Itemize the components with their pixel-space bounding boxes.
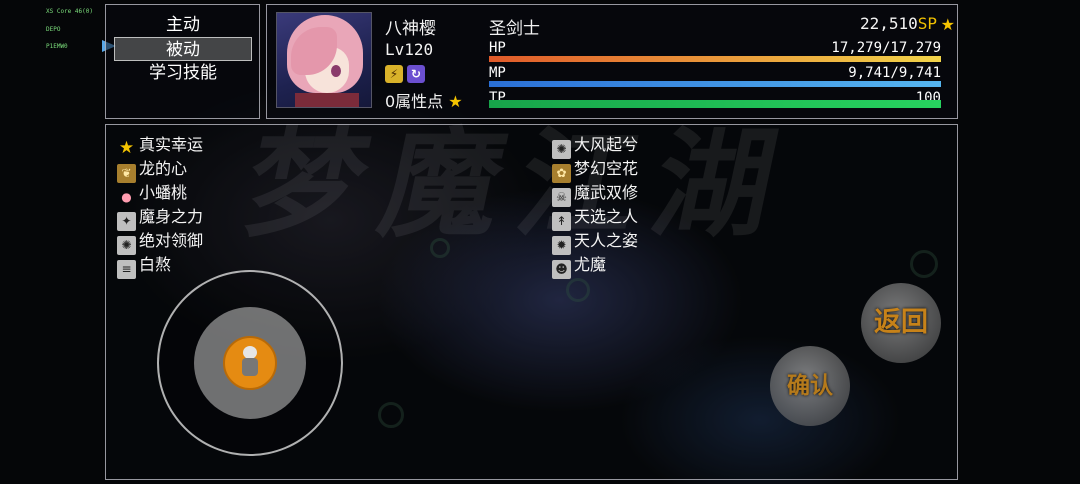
tp-gauge-fill: [489, 100, 941, 108]
skill-label: 天人之姿: [574, 231, 639, 250]
skill-label: 梦幻空花: [574, 159, 639, 178]
tp-gauge: [489, 100, 941, 108]
sp-unit: SP: [917, 14, 937, 33]
sp-value: 22,510: [859, 14, 918, 33]
skill-label: 白熬: [139, 255, 172, 274]
skill-label: 大风起兮: [574, 135, 639, 154]
slash-icon: ⚡: [385, 65, 403, 83]
skill-item[interactable]: ❦ 龙的心: [117, 157, 188, 183]
skill-label: 龙的心: [139, 159, 188, 178]
skill-item[interactable]: ✿ 梦幻空花: [552, 157, 639, 183]
debug-line-3: P1EMW0: [46, 43, 68, 50]
attribute-points-label: 0属性点: [385, 92, 444, 111]
hp-label: HP: [489, 40, 506, 56]
skill-label: 天选之人: [574, 207, 639, 226]
confirm-button[interactable]: 确认: [770, 346, 850, 426]
sp-counter: 22,510SP: [860, 14, 937, 33]
skill-label: 小蟠桃: [139, 183, 188, 202]
attribute-star-icon: ★: [448, 92, 463, 111]
demon-face-icon: ☻: [552, 260, 571, 279]
menu-item-passive-skills[interactable]: 被动: [114, 37, 252, 61]
debug-line-2: DEPO: [46, 26, 61, 33]
mp-label: MP: [489, 65, 506, 81]
hp-gauge: [489, 56, 941, 62]
skill-item[interactable]: ↟ 天选之人: [552, 205, 639, 231]
mp-value: 9,741/9,741: [848, 65, 941, 81]
skill-item[interactable]: ● 小蟠桃: [117, 181, 187, 205]
sp-star-icon: ★: [940, 15, 955, 34]
character-status-panel: 八神樱 圣剑士 Lv120 22,510SP ★ ⚡ ↻ 0属性点 ★ HP 1…: [266, 4, 958, 119]
skill-label: 尤魔: [574, 255, 607, 274]
debug-line-1: XS Core 46(0): [46, 8, 93, 15]
skill-item[interactable]: ★ 真实幸运: [117, 133, 204, 158]
menu-item-active-skills[interactable]: 主动: [114, 13, 252, 37]
star-icon: ★: [118, 138, 135, 158]
skill-category-menu: 主动 被动 学习技能: [105, 4, 260, 119]
skill-label: 魔身之力: [139, 207, 204, 226]
hp-value: 17,279/17,279: [831, 40, 941, 56]
character-portrait: [276, 12, 372, 108]
menu-item-learn-skills[interactable]: 学习技能: [114, 61, 252, 85]
skill-item[interactable]: ✺ 大风起兮: [552, 133, 639, 159]
mp-gauge: [489, 81, 941, 87]
back-button[interactable]: 返回: [861, 283, 941, 363]
skill-label: 真实幸运: [139, 135, 204, 154]
skill-item[interactable]: ✹ 天人之姿: [552, 229, 639, 255]
character-name: 八神樱: [385, 19, 436, 39]
skill-label: 魔武双修: [574, 183, 639, 202]
player-sprite-icon: [241, 346, 259, 378]
character-class: 圣剑士: [489, 19, 540, 39]
skill-item[interactable]: ☻ 尤魔: [552, 253, 607, 279]
skill-item[interactable]: ☠ 魔武双修: [552, 181, 639, 207]
attribute-points: 0属性点 ★: [385, 88, 463, 112]
mp-gauge-fill: [489, 81, 941, 87]
swirl-icon: ↻: [407, 65, 425, 83]
skill-label: 绝对领御: [139, 231, 204, 250]
character-level: Lv120: [385, 40, 434, 59]
scroll-icon: ≡: [117, 260, 136, 279]
skill-item[interactable]: ✦ 魔身之力: [117, 205, 204, 231]
skill-item[interactable]: ≡ 白熬: [117, 253, 172, 279]
skill-item[interactable]: ✺ 绝对领御: [117, 229, 204, 255]
hp-gauge-fill: [489, 56, 941, 62]
